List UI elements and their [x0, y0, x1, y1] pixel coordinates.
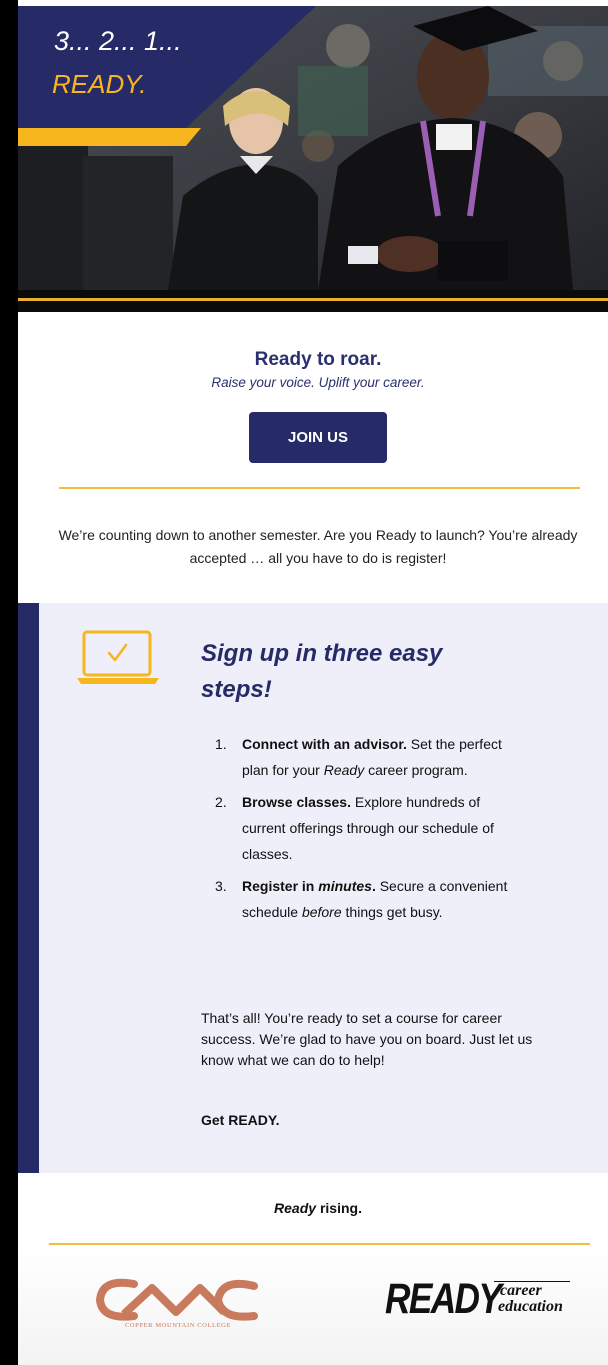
email-content: 3... 2... 1... READY. Ready to roar. Rai… — [18, 0, 608, 1365]
step-emphasis: Ready — [323, 762, 365, 778]
headline: Ready to roar. — [254, 349, 382, 370]
laptop-check-icon — [77, 630, 159, 684]
step-number: 3. — [215, 878, 227, 894]
hero-banner: 3... 2... 1... READY. — [18, 6, 608, 290]
steps-title: Sign up in three easy steps! — [201, 640, 443, 703]
closing-paragraph: That’s all! You’re ready to set a course… — [201, 1010, 533, 1068]
step-text: career program. — [364, 762, 468, 778]
footer-divider — [49, 1243, 590, 1245]
step-lead: Connect with an advisor. — [242, 736, 407, 752]
panel-accent-bar — [18, 603, 39, 1173]
step-lead: Register in minutes. — [242, 878, 376, 894]
logo-career-text: career — [500, 1282, 542, 1299]
left-border — [0, 0, 18, 1365]
hero-ready-text: READY. — [52, 69, 147, 99]
ready-career-education-logo[interactable]: READY — [385, 1276, 502, 1322]
step-lead: Browse classes. — [242, 794, 351, 810]
logo-education-text: education — [498, 1298, 563, 1315]
step-lead-text: Register in — [242, 878, 319, 894]
get-ready-text: Get READY. — [201, 1112, 280, 1128]
step-emphasis: before — [301, 904, 342, 920]
hero-divider — [18, 290, 608, 312]
list-item: 3. Register in minutes. Secure a conveni… — [215, 873, 525, 925]
copper-mountain-college-logo[interactable] — [94, 1276, 260, 1322]
tagline-text: rising. — [316, 1200, 362, 1216]
hero-gold-line — [18, 298, 608, 301]
section-divider — [59, 487, 580, 489]
hero-countdown: 3... 2... 1... — [54, 26, 182, 56]
step-text: things get busy. — [341, 904, 443, 920]
step-number: 1. — [215, 736, 227, 752]
email-page: 3... 2... 1... READY. Ready to roar. Rai… — [0, 0, 608, 1365]
subheadline: Raise your voice. Uplift your career. — [211, 375, 425, 390]
ready-rising-tagline: Ready rising. — [18, 1200, 608, 1216]
list-item: 2. Browse classes. Explore hundreds of c… — [215, 789, 525, 867]
steps-list: 1. Connect with an advisor. Set the perf… — [215, 731, 525, 931]
step-lead-emphasis: minutes — [318, 878, 372, 894]
tagline-emphasis: Ready — [274, 1200, 317, 1216]
step-number: 2. — [215, 794, 227, 810]
intro-paragraph: We’re counting down to another semester.… — [58, 527, 578, 566]
join-us-button[interactable]: JOIN US — [249, 412, 387, 463]
steps-panel: Sign up in three easy steps! 1. Connect … — [18, 603, 608, 1173]
college-name: COPPER MOUNTAIN COLLEGE — [124, 1322, 232, 1329]
list-item: 1. Connect with an advisor. Set the perf… — [215, 731, 525, 783]
